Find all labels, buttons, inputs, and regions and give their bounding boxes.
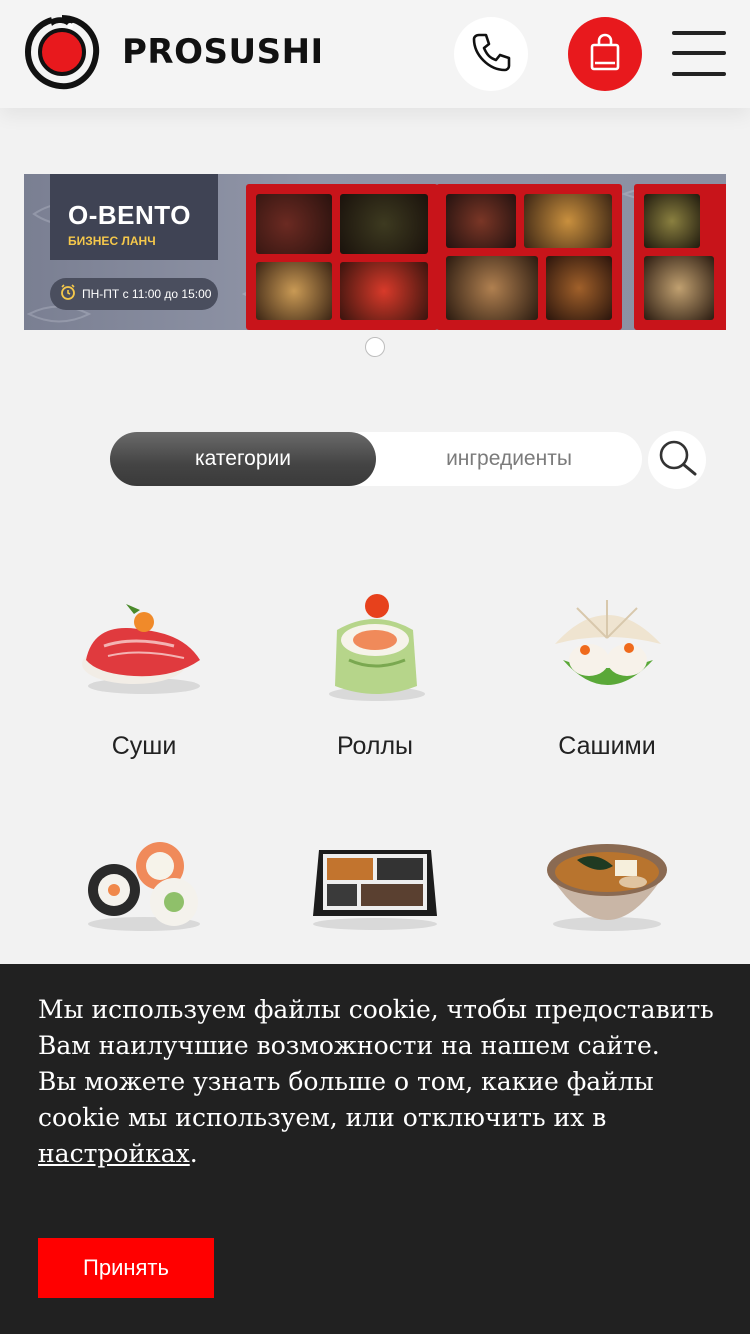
promo-title: O-BENTO [68, 200, 191, 230]
category-sushi[interactable]: Суши [34, 590, 254, 761]
phone-button[interactable] [454, 17, 528, 91]
alarm-clock-icon [60, 284, 76, 304]
accept-cookies-button[interactable]: Принять [38, 1238, 214, 1298]
category-sashimi[interactable]: Сашими [497, 590, 717, 761]
hamburger-menu-icon[interactable] [672, 31, 726, 77]
category-soups[interactable] [497, 820, 717, 962]
bento-box-image [436, 184, 622, 330]
cookie-banner: Мы используем файлы cookie, чтобы предос… [0, 964, 750, 1334]
phone-icon [469, 30, 513, 78]
search-button[interactable] [648, 431, 706, 489]
sets-image [74, 820, 214, 940]
category-rolls[interactable]: Роллы [265, 590, 485, 761]
tab-ingredients[interactable]: ингредиенты [376, 432, 642, 486]
shopping-bag-icon [585, 32, 625, 76]
sashimi-image [537, 590, 677, 710]
cookie-settings-link[interactable]: настройках [38, 1139, 190, 1168]
rolls-image [305, 590, 445, 710]
promo-subtitle: БИЗНЕС ЛАНЧ [68, 234, 156, 248]
slider-dot[interactable] [365, 337, 385, 357]
category-sets[interactable] [34, 820, 254, 962]
cookie-text-line-2: Вы можете узнать больше о том, какие фай… [38, 1067, 654, 1132]
category-label: Сашими [558, 732, 656, 760]
promo-card: O-BENTO БИЗНЕС ЛАНЧ [50, 174, 218, 260]
cookie-text: Мы используем файлы cookie, чтобы предос… [38, 992, 718, 1172]
site-header: PROSUSHI [0, 0, 750, 108]
search-icon [655, 436, 699, 484]
promo-hours: ПН-ПТ с 11:00 до 15:00 [50, 278, 218, 310]
bento-image [305, 820, 445, 940]
tab-categories[interactable]: категории [110, 432, 376, 486]
bento-box-image [246, 184, 438, 330]
prosushi-logo[interactable] [24, 14, 100, 90]
cookie-text-end: . [189, 1139, 198, 1168]
bento-box-image [634, 184, 726, 330]
promo-banner[interactable]: O-BENTO БИЗНЕС ЛАНЧ ПН-ПТ с 11:00 до 15:… [24, 174, 726, 330]
cart-button[interactable] [568, 17, 642, 91]
cookie-text-line-1: Мы используем файлы cookie, чтобы предос… [38, 995, 714, 1060]
brand-name[interactable]: PROSUSHI [122, 32, 324, 72]
category-label: Суши [111, 732, 177, 760]
promo-hours-text: ПН-ПТ с 11:00 до 15:00 [82, 287, 212, 301]
soup-image [537, 820, 677, 940]
category-label: Роллы [336, 732, 414, 760]
filter-tabs: категории ингредиенты [110, 432, 642, 486]
sushi-image [74, 590, 214, 710]
category-bento[interactable] [265, 820, 485, 962]
